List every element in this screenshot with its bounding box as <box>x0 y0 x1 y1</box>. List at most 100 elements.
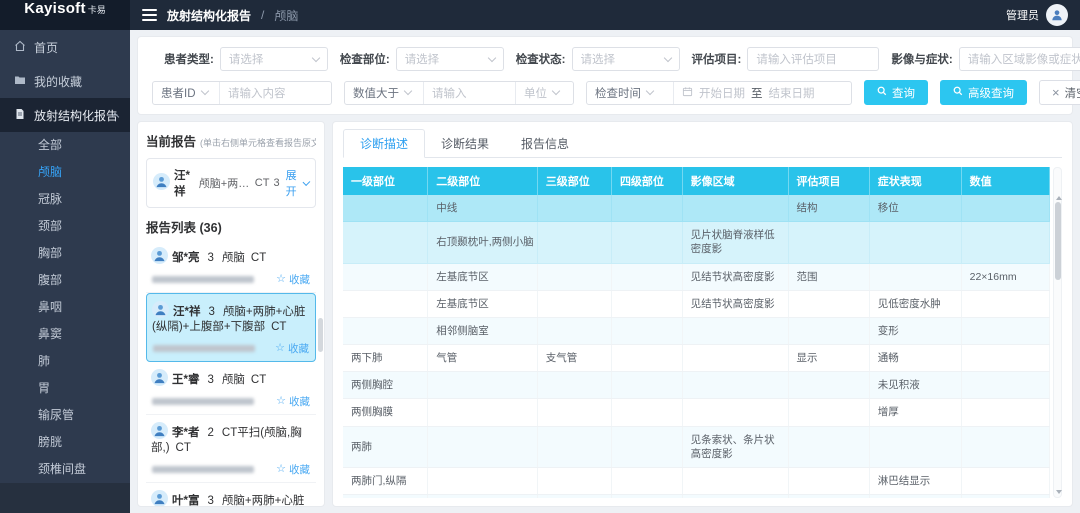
table-cell[interactable] <box>869 263 961 290</box>
sidebar-sub-item[interactable]: 鼻咽 <box>0 294 130 321</box>
table-cell[interactable] <box>788 495 869 498</box>
image-symptom-input[interactable]: 请输入区域影像或症状表现 <box>959 47 1080 71</box>
user-avatar-icon[interactable] <box>1046 4 1068 26</box>
table-cell[interactable]: 未见积液 <box>869 372 961 399</box>
table-cell[interactable] <box>682 317 788 344</box>
table-cell[interactable] <box>611 426 682 467</box>
tab-1[interactable]: 诊断描述 <box>343 129 425 158</box>
sidebar-sub-item[interactable]: 颈部 <box>0 213 130 240</box>
exam-status-select[interactable]: 请选择 <box>572 47 680 71</box>
table-cell[interactable]: 右顶颞枕叶,两侧小脑 <box>428 222 538 263</box>
table-cell[interactable]: 通畅 <box>869 345 961 372</box>
table-cell[interactable] <box>788 290 869 317</box>
table-cell[interactable] <box>869 222 961 263</box>
table-cell[interactable] <box>961 290 1049 317</box>
table-cell[interactable]: 22×16mm <box>961 263 1049 290</box>
table-cell[interactable] <box>788 317 869 344</box>
table-cell[interactable]: 见结节状高密度影 <box>682 263 788 290</box>
table-cell[interactable]: 见片状脑脊液样低密度影 <box>682 222 788 263</box>
scroll-down-icon[interactable] <box>1056 490 1062 494</box>
table-cell[interactable] <box>788 399 869 426</box>
sidebar-sub-item[interactable]: 胸部 <box>0 240 130 267</box>
table-cell[interactable]: 见结节状高密度影 <box>682 290 788 317</box>
patient-id-select[interactable]: 患者ID <box>153 82 219 104</box>
table-cell[interactable] <box>961 467 1049 494</box>
table-cell[interactable] <box>682 399 788 426</box>
assess-item-input[interactable]: 请输入评估项目 <box>747 47 879 71</box>
table-cell[interactable] <box>611 317 682 344</box>
report-list-item[interactable]: 叶*富3颅脑+两肺+心脏(纵隔)+上腹部+下腹部CT☆收藏 <box>146 483 316 506</box>
favorite-button[interactable]: ☆收藏 <box>275 341 309 356</box>
tab-3[interactable]: 报告信息 <box>505 129 585 158</box>
sidebar-sub-item[interactable]: 鼻窦 <box>0 321 130 348</box>
table-cell[interactable]: 气管 <box>428 345 538 372</box>
table-cell[interactable] <box>537 290 611 317</box>
table-cell[interactable] <box>537 467 611 494</box>
table-cell[interactable] <box>961 345 1049 372</box>
table-cell[interactable] <box>869 426 961 467</box>
table-cell[interactable] <box>961 495 1049 498</box>
table-cell[interactable] <box>343 222 428 263</box>
table-cell[interactable]: 移位 <box>869 195 961 222</box>
table-cell[interactable] <box>611 495 682 498</box>
breadcrumb-root[interactable]: 放射结构化报告 <box>167 7 251 24</box>
table-cell[interactable] <box>788 426 869 467</box>
report-list-item[interactable]: 李*者2CT平扫(颅脑,胸部,)CT☆收藏 <box>146 415 316 483</box>
table-cell[interactable] <box>537 399 611 426</box>
exam-part-select[interactable]: 请选择 <box>396 47 504 71</box>
table-cell[interactable]: 结构 <box>788 195 869 222</box>
table-cell[interactable] <box>537 195 611 222</box>
sidebar-sub-item[interactable]: 全部 <box>0 132 130 159</box>
favorite-button[interactable]: ☆收藏 <box>276 272 310 287</box>
table-cell[interactable] <box>428 495 538 498</box>
expand-button[interactable]: 展开 <box>286 167 309 199</box>
patient-type-select[interactable]: 请选择 <box>220 47 328 71</box>
sidebar-sub-item[interactable]: 膀胱 <box>0 429 130 456</box>
sidebar-sub-item[interactable]: 腹部 <box>0 267 130 294</box>
table-cell[interactable]: 两侧胸腔 <box>343 372 428 399</box>
table-cell[interactable]: 左基底节区 <box>428 290 538 317</box>
date-range-input[interactable]: 开始日期 至 结束日期 <box>673 82 851 104</box>
list-scrollbar[interactable] <box>318 318 323 352</box>
table-cell[interactable] <box>682 345 788 372</box>
table-cell[interactable] <box>961 399 1049 426</box>
scroll-up-icon[interactable] <box>1056 196 1062 200</box>
table-cell[interactable] <box>788 467 869 494</box>
table-cell[interactable] <box>611 290 682 317</box>
table-cell[interactable]: 两肺 <box>343 426 428 467</box>
table-cell[interactable] <box>788 372 869 399</box>
table-cell[interactable] <box>682 495 788 498</box>
table-cell[interactable] <box>537 222 611 263</box>
exam-time-select[interactable]: 检查时间 <box>587 82 673 104</box>
tab-2[interactable]: 诊断结果 <box>425 129 505 158</box>
table-cell[interactable] <box>611 372 682 399</box>
table-cell[interactable] <box>682 467 788 494</box>
table-cell[interactable]: 两侧胸膜 <box>343 399 428 426</box>
search-button[interactable]: 查询 <box>864 80 928 105</box>
table-cell[interactable]: 见条索状、条片状高密度影 <box>682 426 788 467</box>
table-cell[interactable] <box>788 222 869 263</box>
patient-id-input[interactable]: 请输入内容 <box>219 82 331 104</box>
table-cell[interactable] <box>961 195 1049 222</box>
table-cell[interactable] <box>611 345 682 372</box>
table-cell[interactable] <box>343 290 428 317</box>
current-report-card[interactable]: 汪*祥 颅脑+两肺+心脏(纵隔)+上腹部+下腹部 CT 3 展开 <box>146 158 316 208</box>
table-cell[interactable]: 淋巴结显示 <box>869 467 961 494</box>
table-cell[interactable] <box>961 372 1049 399</box>
scrollbar-thumb[interactable] <box>1055 202 1061 280</box>
sidebar-sub-item[interactable]: 颅脑 <box>0 159 130 186</box>
favorite-button[interactable]: ☆收藏 <box>276 394 310 409</box>
table-cell[interactable] <box>611 195 682 222</box>
table-cell[interactable]: 两肺门,纵隔 <box>343 495 428 498</box>
table-cell[interactable]: 支气管 <box>537 345 611 372</box>
table-cell[interactable] <box>428 467 538 494</box>
table-cell[interactable] <box>611 399 682 426</box>
advanced-search-button[interactable]: 高级查询 <box>940 80 1027 105</box>
table-cell[interactable] <box>343 263 428 290</box>
clear-button[interactable]: × 清空 <box>1039 80 1080 105</box>
table-cell[interactable] <box>428 372 538 399</box>
table-cell[interactable] <box>682 372 788 399</box>
table-scrollbar[interactable] <box>1053 167 1062 498</box>
table-cell[interactable] <box>428 426 538 467</box>
table-cell[interactable] <box>537 495 611 498</box>
